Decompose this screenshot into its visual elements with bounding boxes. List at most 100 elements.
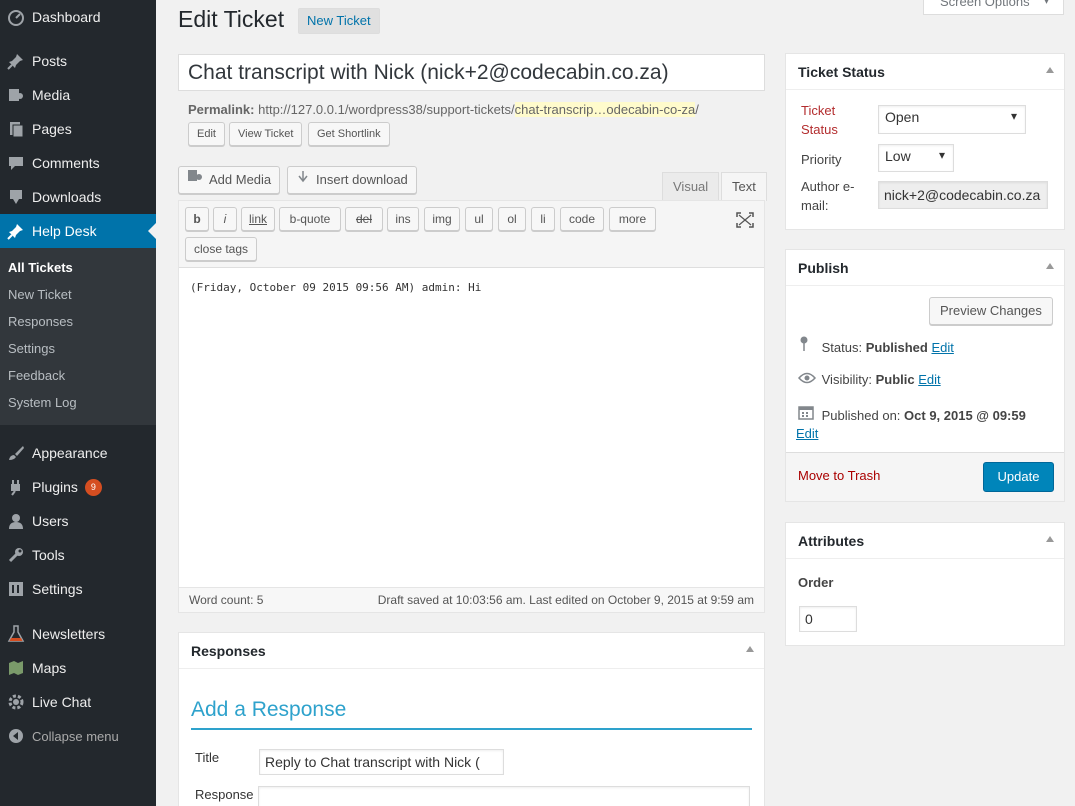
toggle-arrow-icon[interactable]: [1046, 536, 1054, 542]
pages-icon: [0, 120, 32, 138]
get-shortlink-button[interactable]: Get Shortlink: [308, 122, 390, 146]
qt-code-button[interactable]: code: [560, 207, 604, 231]
attributes-title: Attributes: [798, 533, 865, 549]
menu-item-newsletters[interactable]: Newsletters: [0, 617, 156, 651]
page-title: Edit Ticket: [178, 6, 285, 32]
menu-item-comments[interactable]: Comments: [0, 146, 156, 180]
qt-img-button[interactable]: img: [424, 207, 460, 231]
menu-label: Newsletters: [32, 626, 106, 642]
edit-date-link[interactable]: Edit: [796, 424, 818, 443]
permalink-base: http://127.0.0.1/wordpress38/support-tic…: [258, 102, 515, 117]
menu-item-tools[interactable]: Tools: [0, 538, 156, 572]
wrench-icon: [0, 546, 32, 564]
menu-item-live-chat[interactable]: Live Chat: [0, 685, 156, 719]
ticket-status-select[interactable]: Open: [878, 105, 1026, 134]
responses-title: Responses: [191, 643, 266, 659]
qt-ol-button[interactable]: ol: [498, 207, 526, 231]
published-on-label: Published on:: [821, 408, 901, 423]
collapse-arrow-icon: [0, 728, 32, 744]
add-media-button[interactable]: Add Media: [178, 166, 281, 194]
draft-saved-status: Draft saved at 10:03:56 am. Last edited …: [377, 593, 754, 607]
visibility-label: Visibility:: [821, 372, 872, 387]
screen-options-label: Screen Options: [940, 0, 1030, 9]
plugins-update-badge: 9: [84, 478, 102, 496]
order-input[interactable]: 0: [799, 606, 857, 632]
priority-select[interactable]: Low: [878, 144, 954, 172]
download-icon: [296, 167, 310, 193]
submenu-system-log[interactable]: System Log: [8, 395, 77, 410]
ticket-status-metabox: Ticket Status Ticket Status Open Priorit…: [785, 53, 1065, 230]
update-button[interactable]: Update: [983, 462, 1054, 492]
permalink-label: Permalink:: [188, 102, 255, 117]
edit-permalink-button[interactable]: Edit: [188, 122, 225, 146]
flask-icon: [0, 625, 32, 643]
menu-item-plugins[interactable]: Plugins 9: [0, 470, 156, 504]
editor-textarea[interactable]: (Friday, October 09 2015 09:56 AM) admin…: [190, 281, 481, 294]
word-count: Word count: 5: [189, 593, 264, 607]
edit-visibility-link[interactable]: Edit: [918, 372, 940, 387]
toggle-arrow-icon[interactable]: [1046, 263, 1054, 269]
insert-download-button[interactable]: Insert download: [287, 166, 417, 194]
responses-header[interactable]: Responses: [179, 633, 764, 669]
submenu-all-tickets[interactable]: All Tickets: [8, 260, 73, 275]
view-ticket-button[interactable]: View Ticket: [229, 122, 303, 146]
menu-item-appearance[interactable]: Appearance: [0, 436, 156, 470]
qt-close-tags-button[interactable]: close tags: [185, 237, 257, 261]
toggle-arrow-icon[interactable]: [746, 646, 754, 652]
new-ticket-button[interactable]: New Ticket: [298, 8, 380, 34]
menu-item-media[interactable]: Media: [0, 78, 156, 112]
qt-del-button[interactable]: del: [345, 207, 383, 231]
dashboard-icon: [0, 8, 32, 26]
ticket-title-input[interactable]: [178, 54, 765, 91]
editor-status-bar: Word count: 5 Draft saved at 10:03:56 am…: [179, 587, 764, 612]
screen-options-button[interactable]: Screen Options ▾: [923, 0, 1064, 15]
permalink-end: /: [695, 102, 699, 117]
permalink-slug[interactable]: chat-transcrip…odecabin-co-za: [514, 102, 696, 117]
preview-changes-button[interactable]: Preview Changes: [929, 297, 1053, 325]
menu-item-users[interactable]: Users: [0, 504, 156, 538]
menu-item-pages[interactable]: Pages: [0, 112, 156, 146]
edit-status-link[interactable]: Edit: [931, 340, 953, 355]
submenu-new-ticket[interactable]: New Ticket: [8, 287, 72, 302]
publish-header[interactable]: Publish: [786, 250, 1064, 286]
qt-more-button[interactable]: more: [609, 207, 656, 231]
qt-bquote-button[interactable]: b-quote: [279, 207, 341, 231]
admin-menu: Dashboard Posts Media Pages Comments Dow…: [0, 0, 156, 806]
qt-bold-button[interactable]: b: [185, 207, 209, 231]
qt-ins-button[interactable]: ins: [387, 207, 419, 231]
qt-italic-button[interactable]: i: [213, 207, 237, 231]
menu-label: Users: [32, 513, 69, 529]
qt-link-button[interactable]: link: [241, 207, 275, 231]
response-title-input[interactable]: Reply to Chat transcript with Nick (: [259, 749, 504, 775]
response-textarea[interactable]: [258, 786, 750, 806]
ticket-status-header[interactable]: Ticket Status: [786, 54, 1064, 90]
menu-item-dashboard[interactable]: Dashboard: [0, 0, 156, 34]
calendar-icon: [798, 404, 818, 425]
submenu-responses[interactable]: Responses: [8, 314, 73, 329]
submenu-settings[interactable]: Settings: [8, 341, 55, 356]
move-to-trash-link[interactable]: Move to Trash: [798, 468, 880, 483]
menu-label: Help Desk: [32, 223, 97, 239]
menu-label: Live Chat: [32, 694, 92, 710]
toggle-arrow-icon[interactable]: [1046, 67, 1054, 73]
qt-ul-button[interactable]: ul: [465, 207, 493, 231]
insert-download-label: Insert download: [316, 172, 408, 187]
qt-li-button[interactable]: li: [531, 207, 555, 231]
brush-icon: [0, 444, 32, 462]
menu-item-maps[interactable]: Maps: [0, 651, 156, 685]
fullscreen-icon[interactable]: [736, 212, 754, 231]
submenu-feedback[interactable]: Feedback: [8, 368, 65, 383]
menu-item-help-desk[interactable]: Help Desk: [0, 214, 156, 248]
tab-visual[interactable]: Visual: [662, 172, 720, 201]
menu-item-downloads[interactable]: Downloads: [0, 180, 156, 214]
author-email-input[interactable]: nick+2@codecabin.co.za: [878, 181, 1048, 209]
permalink-row: Permalink: http://127.0.0.1/wordpress38/…: [188, 102, 699, 117]
pin-icon: [798, 336, 818, 357]
collapse-menu-button[interactable]: Collapse menu: [0, 719, 156, 753]
menu-item-settings[interactable]: Settings: [0, 572, 156, 606]
status-label: Status:: [821, 340, 863, 355]
menu-item-posts[interactable]: Posts: [0, 44, 156, 78]
menu-label: Plugins: [32, 479, 78, 495]
tab-text[interactable]: Text: [721, 172, 767, 201]
attributes-header[interactable]: Attributes: [786, 523, 1064, 559]
